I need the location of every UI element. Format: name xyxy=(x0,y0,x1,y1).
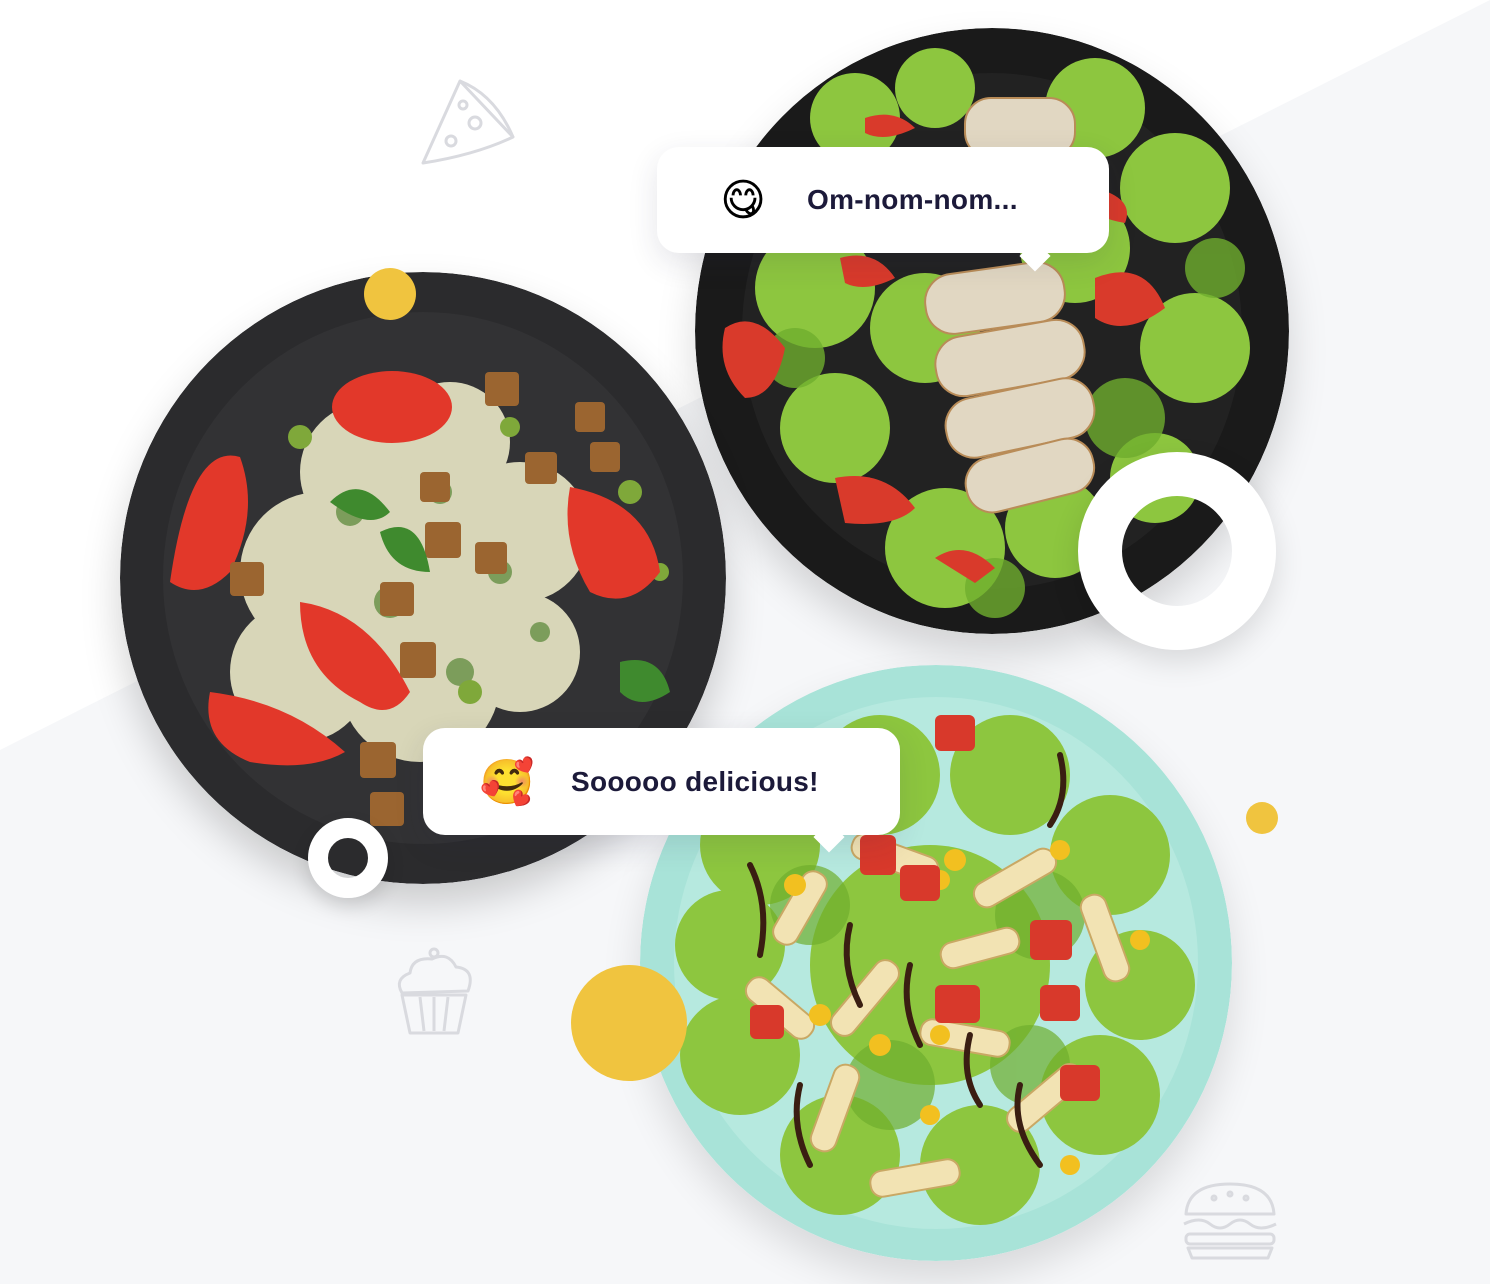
speech-bubble-om-nom: 😋 Om-nom-nom... xyxy=(657,147,1109,272)
yellow-dot-large xyxy=(571,965,687,1081)
yummy-face-icon: 😋 xyxy=(720,174,766,226)
yellow-dot-tiny-right xyxy=(1246,802,1278,834)
pizza-slice-icon xyxy=(421,79,515,165)
bubble-text-om-nom: Om-nom-nom... xyxy=(807,184,1018,215)
burger-icon xyxy=(1183,1182,1277,1260)
bubble-text-delicious: Sooooo delicious! xyxy=(571,765,819,797)
yellow-dot-small-top xyxy=(364,268,416,320)
white-ring-large xyxy=(1078,452,1276,650)
white-ring-small xyxy=(308,818,388,898)
smiling-face-with-hearts-icon: 🥰 xyxy=(479,756,535,808)
speech-bubble-delicious: 🥰 Sooooo delicious! xyxy=(423,728,900,853)
cupcake-icon xyxy=(397,947,472,1035)
